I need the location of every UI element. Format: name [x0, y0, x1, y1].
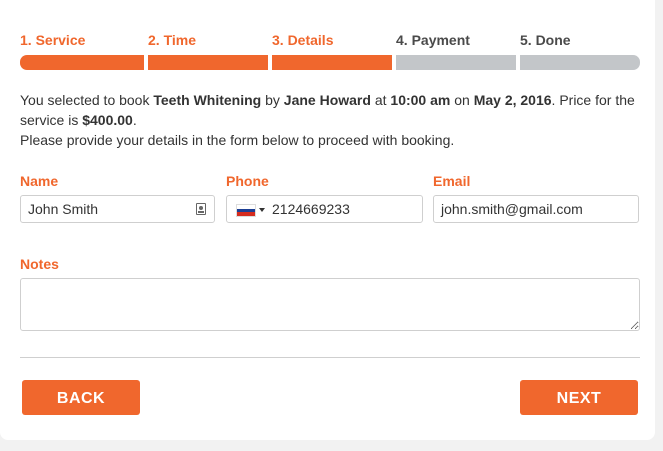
booking-summary: You selected to book Teeth Whitening by … [20, 90, 640, 150]
step-label: 4. Payment [396, 32, 470, 48]
step-service: 1. Service [20, 32, 144, 72]
booking-date: May 2, 2016 [473, 92, 552, 108]
phone-field[interactable]: 2124669233 [226, 195, 423, 223]
step-bar [396, 55, 516, 70]
email-label: Email [433, 173, 471, 189]
booking-time: 10:00 am [390, 92, 451, 108]
contact-card-icon[interactable] [196, 203, 206, 215]
russia-flag-icon[interactable] [236, 204, 256, 217]
step-done: 5. Done [520, 32, 640, 72]
step-payment: 4. Payment [396, 32, 516, 72]
name-label: Name [20, 173, 59, 189]
back-button[interactable]: BACK [22, 380, 140, 415]
step-label: 3. Details [272, 32, 334, 48]
summary-text: at [370, 92, 391, 108]
name-value: John Smith [28, 201, 99, 217]
email-field[interactable]: john.smith@gmail.com [433, 195, 639, 223]
step-label: 2. Time [148, 32, 196, 48]
phone-value: 2124669233 [272, 201, 350, 217]
name-field[interactable]: John Smith [20, 195, 215, 223]
summary-line-1: You selected to book Teeth Whitening by … [20, 90, 640, 130]
staff-name: Jane Howard [283, 92, 371, 108]
step-label: 5. Done [520, 32, 571, 48]
notes-label: Notes [20, 256, 59, 272]
notes-textarea[interactable] [20, 278, 640, 331]
phone-label: Phone [226, 173, 269, 189]
step-bar [520, 55, 640, 70]
email-value: john.smith@gmail.com [441, 201, 583, 217]
summary-text: You selected to book [20, 92, 154, 108]
summary-text: . [132, 112, 137, 128]
service-name: Teeth Whitening [153, 92, 262, 108]
booking-price: $400.00 [82, 112, 133, 128]
step-bar [148, 55, 268, 70]
flag-stripe [237, 212, 255, 216]
summary-text: on [450, 92, 474, 108]
step-bar [20, 55, 144, 70]
chevron-down-icon[interactable] [259, 208, 265, 212]
booking-card: 1. Service 2. Time 3. Details 4. Payment… [0, 0, 655, 440]
summary-line-2: Please provide your details in the form … [20, 132, 455, 148]
step-time: 2. Time [148, 32, 268, 72]
step-bar [272, 55, 392, 70]
divider [20, 357, 640, 358]
step-label: 1. Service [20, 32, 86, 48]
next-button[interactable]: NEXT [520, 380, 638, 415]
progress-steps: 1. Service 2. Time 3. Details 4. Payment… [20, 32, 640, 72]
step-details: 3. Details [272, 32, 392, 72]
summary-text: by [261, 92, 284, 108]
